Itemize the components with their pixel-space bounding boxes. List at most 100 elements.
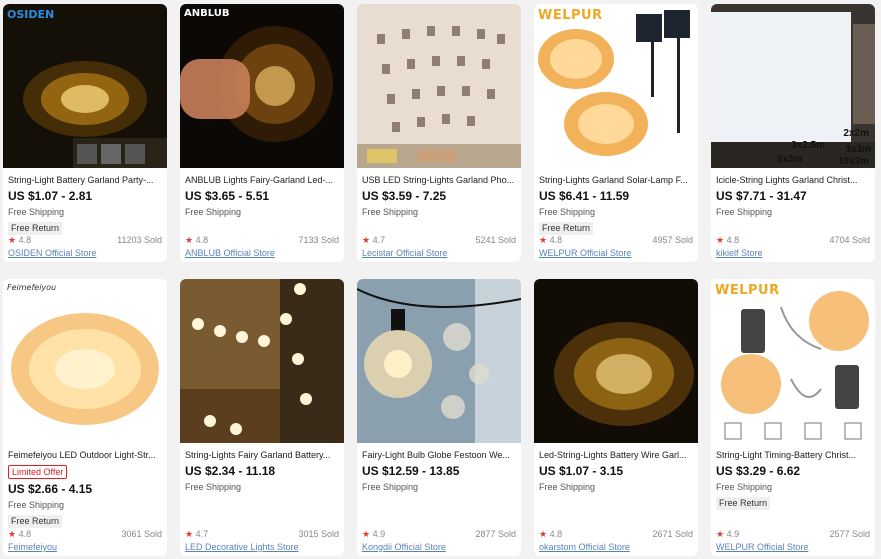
product-price: US $2.66 - 4.15 xyxy=(8,482,93,496)
product-card[interactable]: Fairy-Light Bulb Globe Festoon We... US … xyxy=(357,279,521,556)
rating-row: ★ 4.7 5241 Sold xyxy=(362,235,516,246)
product-image[interactable]: OSIDEN xyxy=(3,4,167,168)
product-card[interactable]: 2x2m 3x2.5m 3x3m 6x3m 10x3m Icicle-Strin… xyxy=(711,4,875,262)
star-icon: ★ xyxy=(539,529,548,539)
rating: ★ 4.8 xyxy=(8,529,31,540)
star-icon: ★ xyxy=(8,235,17,245)
product-title[interactable]: String-Light Battery Garland Party-... xyxy=(8,174,163,187)
free-return-badge: Free Return xyxy=(8,515,63,528)
rating-value: 4.9 xyxy=(726,529,740,539)
product-card[interactable]: Feimefeiyou Feimefeiyou LED Outdoor Ligh… xyxy=(3,279,167,556)
store-link[interactable]: kikielf Store xyxy=(716,248,763,258)
product-title[interactable]: Led-String-Lights Battery Wire Garl... xyxy=(539,449,694,462)
product-image[interactable] xyxy=(357,279,521,443)
sold-count: 5241 Sold xyxy=(475,235,516,245)
product-image[interactable] xyxy=(534,279,698,443)
product-card[interactable]: ANBLUB ANBLUB Lights Fairy-Garland Led-.… xyxy=(180,4,344,262)
brand-logo: ANBLUB xyxy=(184,8,230,19)
product-price: US $7.71 - 31.47 xyxy=(716,189,807,203)
shipping-label: Free Shipping xyxy=(185,482,242,492)
product-price: US $3.65 - 5.51 xyxy=(185,189,270,203)
product-title[interactable]: ANBLUB Lights Fairy-Garland Led-... xyxy=(185,174,340,187)
star-icon: ★ xyxy=(716,529,725,539)
store-link[interactable]: okarstom Official Store xyxy=(539,542,630,552)
star-icon: ★ xyxy=(185,529,194,539)
product-price: US $2.34 - 11.18 xyxy=(185,464,276,478)
product-title[interactable]: Fairy-Light Bulb Globe Festoon We... xyxy=(362,449,517,462)
product-title[interactable]: String-Lights Garland Solar-Lamp F... xyxy=(539,174,694,187)
shipping-label: Free Shipping xyxy=(539,482,596,492)
product-card[interactable]: WELPUR String-Light Timing-Battery Chris… xyxy=(711,279,875,556)
store-link[interactable]: Feimefeiyou xyxy=(8,542,57,552)
sold-count: 4704 Sold xyxy=(829,235,870,245)
store-link[interactable]: Lecistar Official Store xyxy=(362,248,447,258)
product-title[interactable]: String-Lights Fairy Garland Battery... xyxy=(185,449,340,462)
size-label: 3x2.5m xyxy=(791,140,825,151)
store-link[interactable]: LED Decorative Lights Store xyxy=(185,542,299,552)
store-link[interactable]: WELPUR Official Store xyxy=(716,542,808,552)
rating: ★ 4.9 xyxy=(362,529,385,540)
rating: ★ 4.8 xyxy=(539,529,562,540)
product-photo xyxy=(711,279,875,443)
product-image[interactable]: WELPUR xyxy=(534,4,698,168)
rating-value: 4.8 xyxy=(549,529,563,539)
sold-count: 2877 Sold xyxy=(475,529,516,539)
product-image[interactable] xyxy=(180,279,344,443)
product-photo xyxy=(3,279,167,443)
rating-value: 4.8 xyxy=(18,529,32,539)
product-image[interactable]: WELPUR xyxy=(711,279,875,443)
sold-count: 11203 Sold xyxy=(117,235,162,245)
rating-value: 4.8 xyxy=(195,235,209,245)
rating-row: ★ 4.8 2671 Sold xyxy=(539,529,693,540)
rating-row: ★ 4.8 4957 Sold xyxy=(539,235,693,246)
product-photo xyxy=(180,279,344,443)
rating: ★ 4.7 xyxy=(185,529,208,540)
shipping-label: Free Shipping xyxy=(185,207,242,217)
product-title[interactable]: Icicle-String Lights Garland Christ... xyxy=(716,174,871,187)
shipping-label: Free Shipping xyxy=(362,482,419,492)
size-label: 6x3m xyxy=(777,154,803,165)
product-photo xyxy=(534,279,698,443)
rating: ★ 4.9 xyxy=(716,529,739,540)
star-icon: ★ xyxy=(539,235,548,245)
brand-logo: WELPUR xyxy=(715,283,780,298)
shipping-label: Free Shipping xyxy=(539,207,596,217)
store-link[interactable]: Kongdii Official Store xyxy=(362,542,446,552)
product-title[interactable]: USB LED String-Lights Garland Pho... xyxy=(362,174,517,187)
product-image[interactable] xyxy=(357,4,521,168)
star-icon: ★ xyxy=(716,235,725,245)
product-title[interactable]: String-Light Timing-Battery Christ... xyxy=(716,449,871,462)
rating-value: 4.7 xyxy=(195,529,209,539)
shipping-label: Free Shipping xyxy=(8,500,65,510)
product-card[interactable]: OSIDEN String-Light Battery Garland Part… xyxy=(3,4,167,262)
store-link[interactable]: ANBLUB Official Store xyxy=(185,248,275,258)
star-icon: ★ xyxy=(185,235,194,245)
product-image[interactable]: ANBLUB xyxy=(180,4,344,168)
rating: ★ 4.7 xyxy=(362,235,385,246)
rating-row: ★ 4.8 11203 Sold xyxy=(8,235,162,246)
product-price: US $1.07 - 3.15 xyxy=(539,464,624,478)
product-title[interactable]: Feimefeiyou LED Outdoor Light-Str... xyxy=(8,449,163,462)
product-card[interactable]: String-Lights Fairy Garland Battery... U… xyxy=(180,279,344,556)
size-label: 10x3m xyxy=(837,156,869,167)
sold-count: 3061 Sold xyxy=(121,529,162,539)
store-link[interactable]: WELPUR Official Store xyxy=(539,248,631,258)
shipping-label: Free Shipping xyxy=(8,207,65,217)
sold-count: 2577 Sold xyxy=(829,529,870,539)
product-photo xyxy=(180,4,344,168)
product-card[interactable]: WELPUR String-Lights Garland Solar-Lamp … xyxy=(534,4,698,262)
product-image[interactable]: 2x2m 3x2.5m 3x3m 6x3m 10x3m xyxy=(711,4,875,168)
product-card[interactable]: Led-String-Lights Battery Wire Garl... U… xyxy=(534,279,698,556)
product-price: US $3.29 - 6.62 xyxy=(716,464,801,478)
sold-count: 4957 Sold xyxy=(652,235,693,245)
product-photo xyxy=(534,4,698,168)
sold-count: 7133 Sold xyxy=(298,235,339,245)
store-link[interactable]: OSIDEN Official Store xyxy=(8,248,96,258)
rating-value: 4.9 xyxy=(372,529,386,539)
limited-offer-badge: Limited Offer xyxy=(8,465,68,479)
sold-count: 2671 Sold xyxy=(652,529,693,539)
product-card[interactable]: USB LED String-Lights Garland Pho... US … xyxy=(357,4,521,262)
product-price: US $1.07 - 2.81 xyxy=(8,189,93,203)
product-image[interactable]: Feimefeiyou xyxy=(3,279,167,443)
rating-row: ★ 4.8 4704 Sold xyxy=(716,235,870,246)
